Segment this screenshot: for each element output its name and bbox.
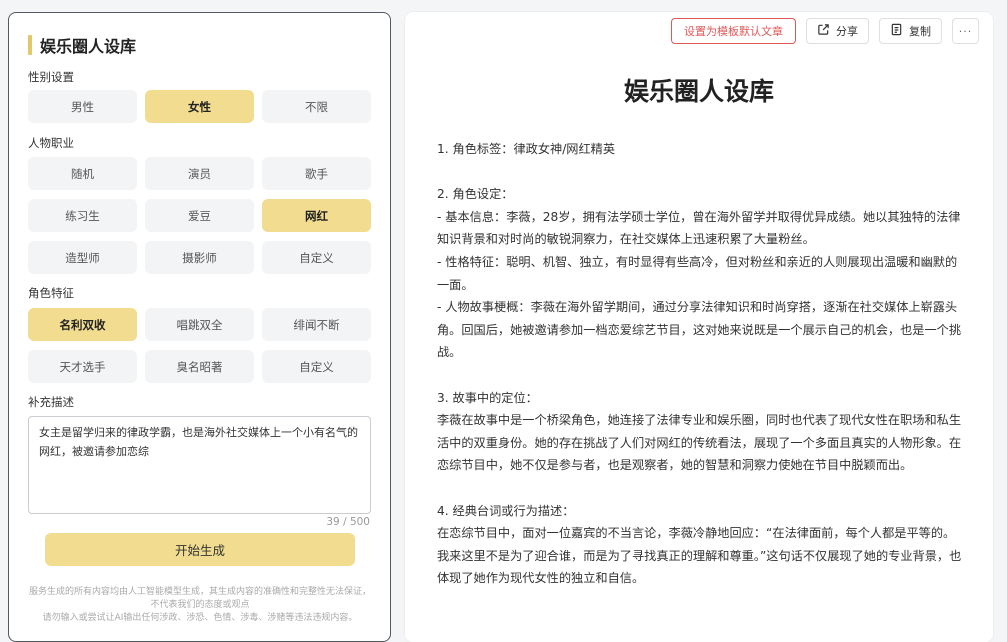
char-counter: 39 / 500: [326, 516, 370, 528]
article-title: 娱乐圈人设库: [623, 77, 774, 106]
gender-option-any[interactable]: 不限: [262, 90, 371, 123]
trait-option-fame-fortune[interactable]: 名利双收: [28, 308, 137, 341]
share-icon: [817, 23, 830, 39]
profession-label: 人物职业: [28, 136, 74, 150]
copy-icon: [890, 23, 903, 39]
share-label: 分享: [836, 25, 858, 38]
set-default-article-label: 设置为模板默认文章: [684, 25, 783, 38]
article-body: 1. 角色标签：律政女神/网红精英 2. 角色设定： - 基本信息：李薇，28岁…: [437, 138, 967, 590]
profession-option-actor[interactable]: 演员: [145, 157, 254, 190]
trait-option-custom[interactable]: 自定义: [262, 350, 371, 383]
trait-option-genius[interactable]: 天才选手: [28, 350, 137, 383]
panel-title-text: 娱乐圈人设库: [40, 37, 137, 56]
article-paragraph: 3. 故事中的定位： 李薇在故事中是一个桥梁角色，她连接了法律专业和娱乐圈，同时…: [437, 390, 962, 473]
article-toolbar: 设置为模板默认文章 分享 复制 ···: [671, 18, 979, 44]
extra-description-label: 补充描述: [28, 395, 74, 409]
trait-option-scandals[interactable]: 绯闻不断: [262, 308, 371, 341]
article-paragraph: 4. 经典台词或行为描述： 在恋综节目中，面对一位嘉宾的不当言论，李薇冷静地回应…: [437, 503, 962, 586]
profession-option-influencer[interactable]: 网红: [262, 199, 371, 232]
gender-label: 性别设置: [28, 70, 74, 84]
copy-button[interactable]: 复制: [879, 18, 942, 44]
trait-option-notorious[interactable]: 臭名昭著: [145, 350, 254, 383]
title-accent-bar: [28, 35, 32, 55]
profession-option-random[interactable]: 随机: [28, 157, 137, 190]
article-panel: 设置为模板默认文章 分享 复制 ··· 娱乐圈人设库 1. 角色标签：律政女神/…: [405, 12, 993, 642]
profession-option-custom[interactable]: 自定义: [262, 241, 371, 274]
disclaimer-text: 服务生成的所有内容均由人工智能模型生成，其生成内容的准确性和完整性无法保证，不代…: [28, 587, 371, 623]
generate-button[interactable]: 开始生成: [45, 533, 355, 566]
trait-option-sing-dance[interactable]: 唱跳双全: [145, 308, 254, 341]
copy-label: 复制: [909, 25, 931, 38]
set-default-article-button[interactable]: 设置为模板默认文章: [671, 18, 796, 44]
profession-option-photographer[interactable]: 摄影师: [145, 241, 254, 274]
more-options-button[interactable]: ···: [952, 18, 979, 44]
share-button[interactable]: 分享: [806, 18, 869, 44]
extra-description-input[interactable]: 女主是留学归来的律政学霸，也是海外社交媒体上一个小有名气的网红，被邀请参加恋综: [28, 416, 371, 514]
gender-option-male[interactable]: 男性: [28, 90, 137, 123]
article-paragraph: 1. 角色标签：律政女神/网红精英: [437, 142, 616, 156]
traits-label: 角色特征: [28, 286, 74, 300]
profession-option-idol[interactable]: 爱豆: [145, 199, 254, 232]
profession-option-singer[interactable]: 歌手: [262, 157, 371, 190]
gender-option-female[interactable]: 女性: [145, 90, 254, 123]
profession-option-stylist[interactable]: 造型师: [28, 241, 137, 274]
config-panel: 娱乐圈人设库 性别设置 男性 女性 不限 人物职业 随机 演员 歌手 练习生 爱…: [8, 12, 391, 642]
profession-option-trainee[interactable]: 练习生: [28, 199, 137, 232]
panel-title: 娱乐圈人设库: [28, 34, 136, 56]
article-paragraph: 2. 角色设定： - 基本信息：李薇，28岁，拥有法学硕士学位，曾在海外留学并取…: [437, 187, 962, 360]
